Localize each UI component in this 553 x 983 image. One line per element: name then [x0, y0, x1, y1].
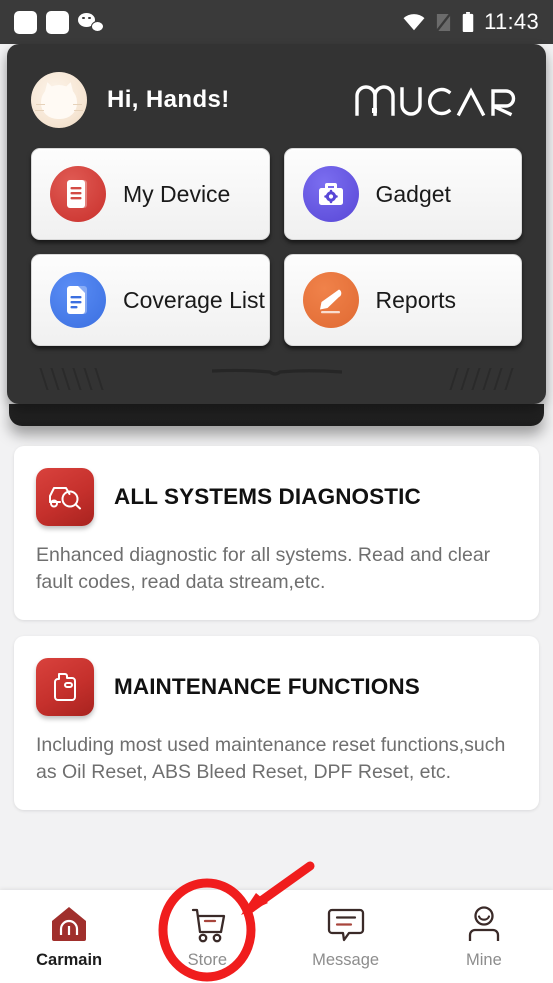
feature-card-description: Including most used maintenance reset fu… [36, 733, 506, 783]
status-bar-right-icons: 11:43 [403, 9, 539, 35]
status-bar-left-icons [14, 10, 104, 34]
device-panel-wrapper: Hi, Hands! My Device Gadget Coverage Lis… [0, 44, 553, 426]
device-decoration [7, 352, 546, 404]
nav-label: Message [312, 950, 380, 969]
quick-action-label: Coverage List [123, 286, 265, 313]
greeting-text: Hi, Hands! [107, 86, 230, 113]
battery-icon [462, 11, 474, 32]
pencil-edit-icon [302, 272, 359, 328]
toolbox-gear-icon [302, 166, 359, 222]
quick-action-my-device[interactable]: My Device [31, 148, 270, 240]
quick-action-label: Reports [375, 286, 457, 313]
nav-item-carmain[interactable]: Carmain [0, 890, 138, 983]
list-document-icon [50, 272, 106, 328]
quick-action-label: My Device [123, 180, 231, 207]
speaker-grille-right [449, 368, 514, 390]
content-area: ALL SYSTEMS DIAGNOSTIC Enhanced diagnost… [0, 426, 553, 810]
message-icon [327, 908, 364, 941]
status-bar: 11:43 [0, 0, 553, 44]
car-scan-icon [36, 468, 94, 526]
feature-card-header: MAINTENANCE FUNCTIONS [36, 657, 517, 716]
device-document-icon [50, 166, 106, 222]
feature-card-all-systems-diagnostic[interactable]: ALL SYSTEMS DIAGNOSTIC Enhanced diagnost… [14, 446, 539, 620]
nav-label: Store [187, 950, 228, 969]
oil-can-icon [36, 657, 94, 716]
feature-card-maintenance-functions[interactable]: MAINTENANCE FUNCTIONS Including most use… [14, 635, 539, 810]
person-icon [468, 905, 500, 941]
quick-action-label: Gadget [375, 180, 451, 207]
nav-label: Mine [465, 950, 502, 969]
quick-action-grid: My Device Gadget Coverage List Reports [7, 134, 546, 352]
wechat-icon [78, 12, 104, 32]
bottom-navigation-bar: Carmain Store Message Mine [0, 890, 553, 983]
app-notification-icon [46, 10, 69, 34]
feature-card-title: ALL SYSTEMS DIAGNOSTIC [114, 484, 421, 509]
mucar-logo-icon [355, 85, 516, 117]
device-base [9, 404, 544, 426]
quick-action-coverage-list[interactable]: Coverage List [31, 254, 270, 346]
nav-label: Carmain [36, 950, 103, 969]
device-hinge-icon [211, 368, 342, 376]
device-panel: Hi, Hands! My Device Gadget Coverage Lis… [7, 44, 546, 404]
cart-icon [192, 908, 226, 942]
quick-action-reports[interactable]: Reports [283, 254, 522, 346]
mucar-logo [354, 83, 522, 117]
wifi-icon [403, 13, 425, 30]
speaker-grille-left [39, 368, 104, 390]
quick-action-gadget[interactable]: Gadget [283, 148, 522, 240]
feature-card-title: MAINTENANCE FUNCTIONS [114, 673, 420, 699]
device-panel-header: Hi, Hands! [7, 62, 546, 134]
no-sim-icon [436, 12, 452, 32]
home-icon [52, 906, 87, 941]
nav-item-message[interactable]: Message [277, 890, 415, 983]
nav-item-mine[interactable]: Mine [415, 890, 553, 983]
avatar[interactable] [31, 72, 87, 128]
app-notification-icon [14, 10, 37, 34]
nav-item-store[interactable]: Store [138, 890, 276, 983]
feature-card-header: ALL SYSTEMS DIAGNOSTIC [36, 468, 517, 526]
feature-card-description: Enhanced diagnostic for all systems. Rea… [36, 544, 491, 593]
status-bar-clock: 11:43 [484, 9, 539, 34]
